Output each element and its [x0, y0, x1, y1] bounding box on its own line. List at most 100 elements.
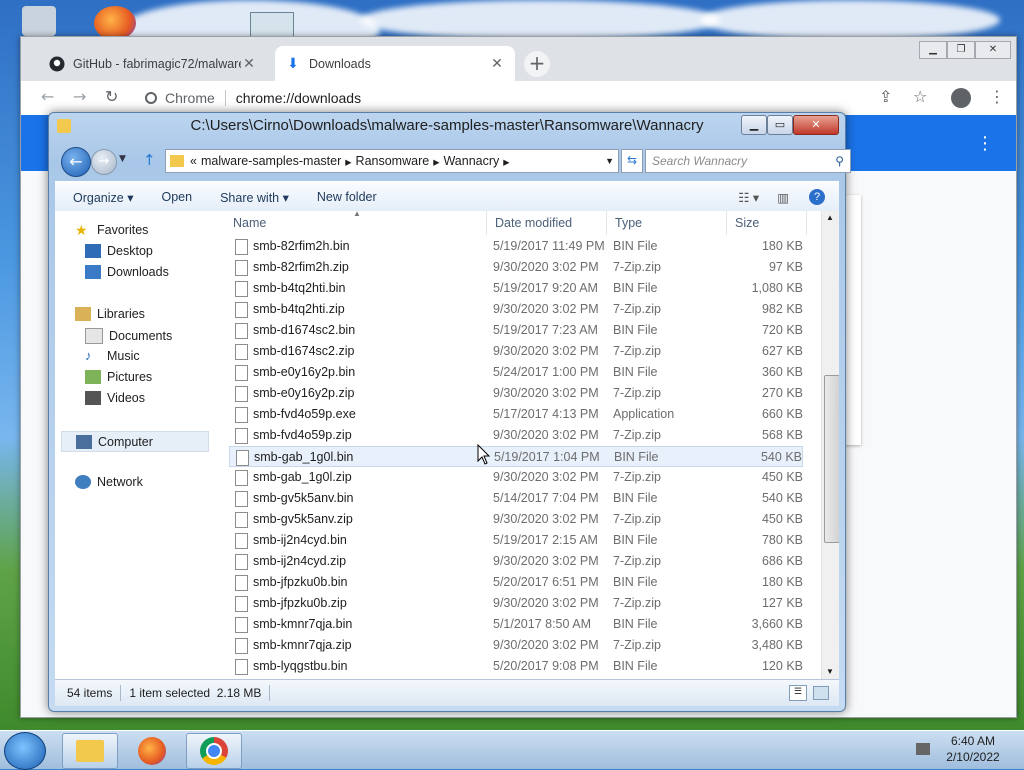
nav-label: Videos — [107, 391, 145, 405]
file-row[interactable]: smb-gv5k5anv.bin 5/14/2017 7:04 PM BIN Fil… — [229, 488, 803, 509]
firefox-desktop-icon[interactable] — [94, 6, 136, 40]
system-clock[interactable]: 6:40 AM 2/10/2022 — [938, 733, 1008, 765]
nav-libraries[interactable]: Libraries — [75, 307, 145, 321]
chrome-icon — [200, 737, 228, 765]
scroll-up-icon[interactable]: ▲ — [826, 213, 834, 222]
nav-downloads[interactable]: Downloads — [85, 265, 169, 279]
back-button[interactable]: ← — [61, 147, 91, 177]
file-row[interactable]: smb-jfpzku0b.zip 9/30/2020 3:02 PM 7-Zip.z… — [229, 593, 803, 614]
back-arrow-icon[interactable]: ← — [41, 87, 54, 106]
help-icon[interactable]: ? — [809, 189, 825, 205]
file-size: 540 KB — [760, 450, 802, 464]
maximize-button[interactable]: ❐ — [947, 41, 975, 59]
forward-arrow-icon[interactable]: → — [73, 87, 86, 106]
large-icons-view-icon[interactable] — [813, 686, 829, 700]
window-title: C:\Users\Cirno\Downloads\malware-samples… — [190, 117, 704, 134]
preview-pane-icon[interactable]: ▥ — [777, 190, 789, 205]
organize-button[interactable]: Organize ▾ — [73, 190, 133, 205]
file-row[interactable]: smb-ij2n4cyd.zip 9/30/2020 3:02 PM 7-Zip.z… — [229, 551, 803, 572]
address-bar[interactable]: Chrome chrome://downloads — [139, 85, 879, 111]
file-name: smb-b4tq2hti.zip — [253, 302, 345, 316]
nav-network[interactable]: Network — [75, 475, 143, 489]
close-icon[interactable]: ✕ — [241, 55, 257, 72]
file-row[interactable]: smb-d1674sc2.zip 9/30/2020 3:02 PM 7-Zip.z… — [229, 341, 803, 362]
breadcrumb-item[interactable]: Ransomware — [356, 154, 430, 168]
file-row[interactable]: smb-e0y16y2p.bin 5/24/2017 1:00 PM BIN Fil… — [229, 362, 803, 383]
file-row[interactable]: smb-fvd4o59p.exe 5/17/2017 4:13 PM Applica… — [229, 404, 803, 425]
breadcrumb-item[interactable]: Wannacry — [443, 154, 499, 168]
file-row[interactable]: smb-fvd4o59p.zip 9/30/2020 3:02 PM 7-Zip.z… — [229, 425, 803, 446]
column-header-name[interactable]: Name — [225, 211, 487, 235]
more-actions-icon[interactable]: ⋮ — [976, 133, 994, 154]
nav-favorites[interactable]: ★ Favorites — [75, 223, 148, 237]
chevron-down-icon[interactable]: ▼ — [605, 156, 614, 166]
file-row[interactable]: smb-82rfim2h.bin 5/19/2017 11:49 PM BIN Fi… — [229, 236, 803, 257]
share-with-button[interactable]: Share with ▾ — [220, 190, 289, 205]
tab-github[interactable]: GitHub - fabrimagic72/malware- ✕ — [39, 46, 267, 81]
nav-videos[interactable]: Videos — [85, 391, 145, 405]
new-folder-button[interactable]: New folder — [317, 190, 377, 204]
file-row[interactable]: smb-ij2n4cyd.bin 5/19/2017 2:15 AM BIN Fil… — [229, 530, 803, 551]
file-date: 9/30/2020 3:02 PM — [493, 512, 599, 526]
close-window-button[interactable]: ✕ — [975, 41, 1011, 59]
view-options-icon[interactable]: ☷ ▾ — [738, 190, 759, 205]
maximize-button[interactable]: ▭ — [767, 115, 793, 135]
file-row[interactable]: smb-82rfim2h.zip 9/30/2020 3:02 PM 7-Zip.z… — [229, 257, 803, 278]
nav-computer[interactable]: Computer — [61, 431, 209, 452]
share-with-label: Share with — [220, 190, 280, 205]
recycle-bin-icon[interactable] — [22, 6, 56, 36]
vertical-scrollbar[interactable]: ▲ ▼ — [821, 211, 839, 679]
pictures-icon — [85, 370, 101, 384]
search-input[interactable]: Search Wannacry ⚲ — [645, 149, 851, 173]
taskbar-explorer[interactable] — [62, 733, 118, 769]
nav-music[interactable]: ♪ Music — [85, 349, 140, 364]
scroll-down-icon[interactable]: ▼ — [826, 667, 834, 676]
file-type: 7-Zip.zip — [613, 554, 661, 568]
recent-pages-dropdown-icon[interactable]: ▼ — [119, 154, 126, 164]
file-row[interactable]: smb-gab_1g0l.zip 9/30/2020 3:02 PM 7-Zip.z… — [229, 467, 803, 488]
file-row[interactable]: smb-jfpzku0b.bin 5/20/2017 6:51 PM BIN Fil… — [229, 572, 803, 593]
file-row[interactable]: smb-b4tq2hti.bin 5/19/2017 9:20 AM BIN Fil… — [229, 278, 803, 299]
reload-icon[interactable]: ↻ — [105, 87, 118, 106]
open-button[interactable]: Open — [161, 190, 192, 204]
file-row[interactable]: smb-lyqgstbu.bin 5/20/2017 9:08 PM BIN Fil… — [229, 656, 803, 677]
column-header-size[interactable]: Size — [727, 211, 807, 235]
close-window-button[interactable]: ✕ — [793, 115, 839, 135]
desktop-shortcut-icon[interactable] — [250, 12, 294, 38]
more-menu-icon[interactable]: ⋮ — [989, 87, 1005, 106]
start-button[interactable] — [4, 732, 46, 770]
breadcrumb-bar[interactable]: « malware-samples-master ▸ Ransomware ▸ … — [165, 149, 619, 173]
taskbar-chrome[interactable] — [186, 733, 242, 769]
file-row[interactable]: smb-b4tq2hti.zip 9/30/2020 3:02 PM 7-Zip.z… — [229, 299, 803, 320]
file-row[interactable]: smb-gab_1g0l.bin 5/19/2017 1:04 PM BIN Fil… — [229, 446, 803, 467]
refresh-icon[interactable]: ⇆ — [621, 149, 643, 173]
file-row[interactable]: smb-d1674sc2.bin 5/19/2017 7:23 AM BIN Fil… — [229, 320, 803, 341]
selection-info: 1 item selected 2.18 MB — [129, 686, 262, 700]
file-row[interactable]: smb-gv5k5anv.zip 9/30/2020 3:02 PM 7-Zip.z… — [229, 509, 803, 530]
nav-desktop[interactable]: Desktop — [85, 244, 153, 258]
share-icon[interactable]: ⇪ — [879, 87, 892, 106]
scrollbar-thumb[interactable] — [824, 375, 839, 543]
taskbar-firefox[interactable] — [124, 733, 180, 769]
breadcrumb-overflow[interactable]: « — [190, 154, 197, 168]
file-row[interactable]: smb-kmnr7qja.zip 9/30/2020 3:02 PM 7-Zip.z… — [229, 635, 803, 656]
minimize-button[interactable]: ▁ — [919, 41, 947, 59]
new-tab-button[interactable]: + — [524, 51, 550, 77]
bookmark-star-icon[interactable]: ☆ — [913, 87, 927, 106]
column-header-date[interactable]: Date modified — [487, 211, 607, 235]
nav-pictures[interactable]: Pictures — [85, 370, 152, 384]
tab-downloads[interactable]: ⬇ Downloads ✕ — [275, 46, 515, 81]
file-type: 7-Zip.zip — [613, 428, 661, 442]
profile-avatar[interactable] — [951, 88, 971, 108]
details-view-icon[interactable]: ☰ — [789, 685, 807, 701]
breadcrumb-item[interactable]: malware-samples-master — [201, 154, 341, 168]
network-tray-icon[interactable] — [916, 743, 930, 755]
column-header-type[interactable]: Type — [607, 211, 727, 235]
up-folder-icon[interactable]: ↑ — [143, 151, 156, 169]
close-icon[interactable]: ✕ — [489, 55, 505, 72]
nav-documents[interactable]: Documents — [85, 328, 172, 344]
file-row[interactable]: smb-kmnr7qja.bin 5/1/2017 8:50 AM BIN File… — [229, 614, 803, 635]
file-row[interactable]: smb-e0y16y2p.zip 9/30/2020 3:02 PM 7-Zip.z… — [229, 383, 803, 404]
minimize-button[interactable]: ▁ — [741, 115, 767, 135]
forward-button[interactable]: → — [91, 149, 117, 175]
